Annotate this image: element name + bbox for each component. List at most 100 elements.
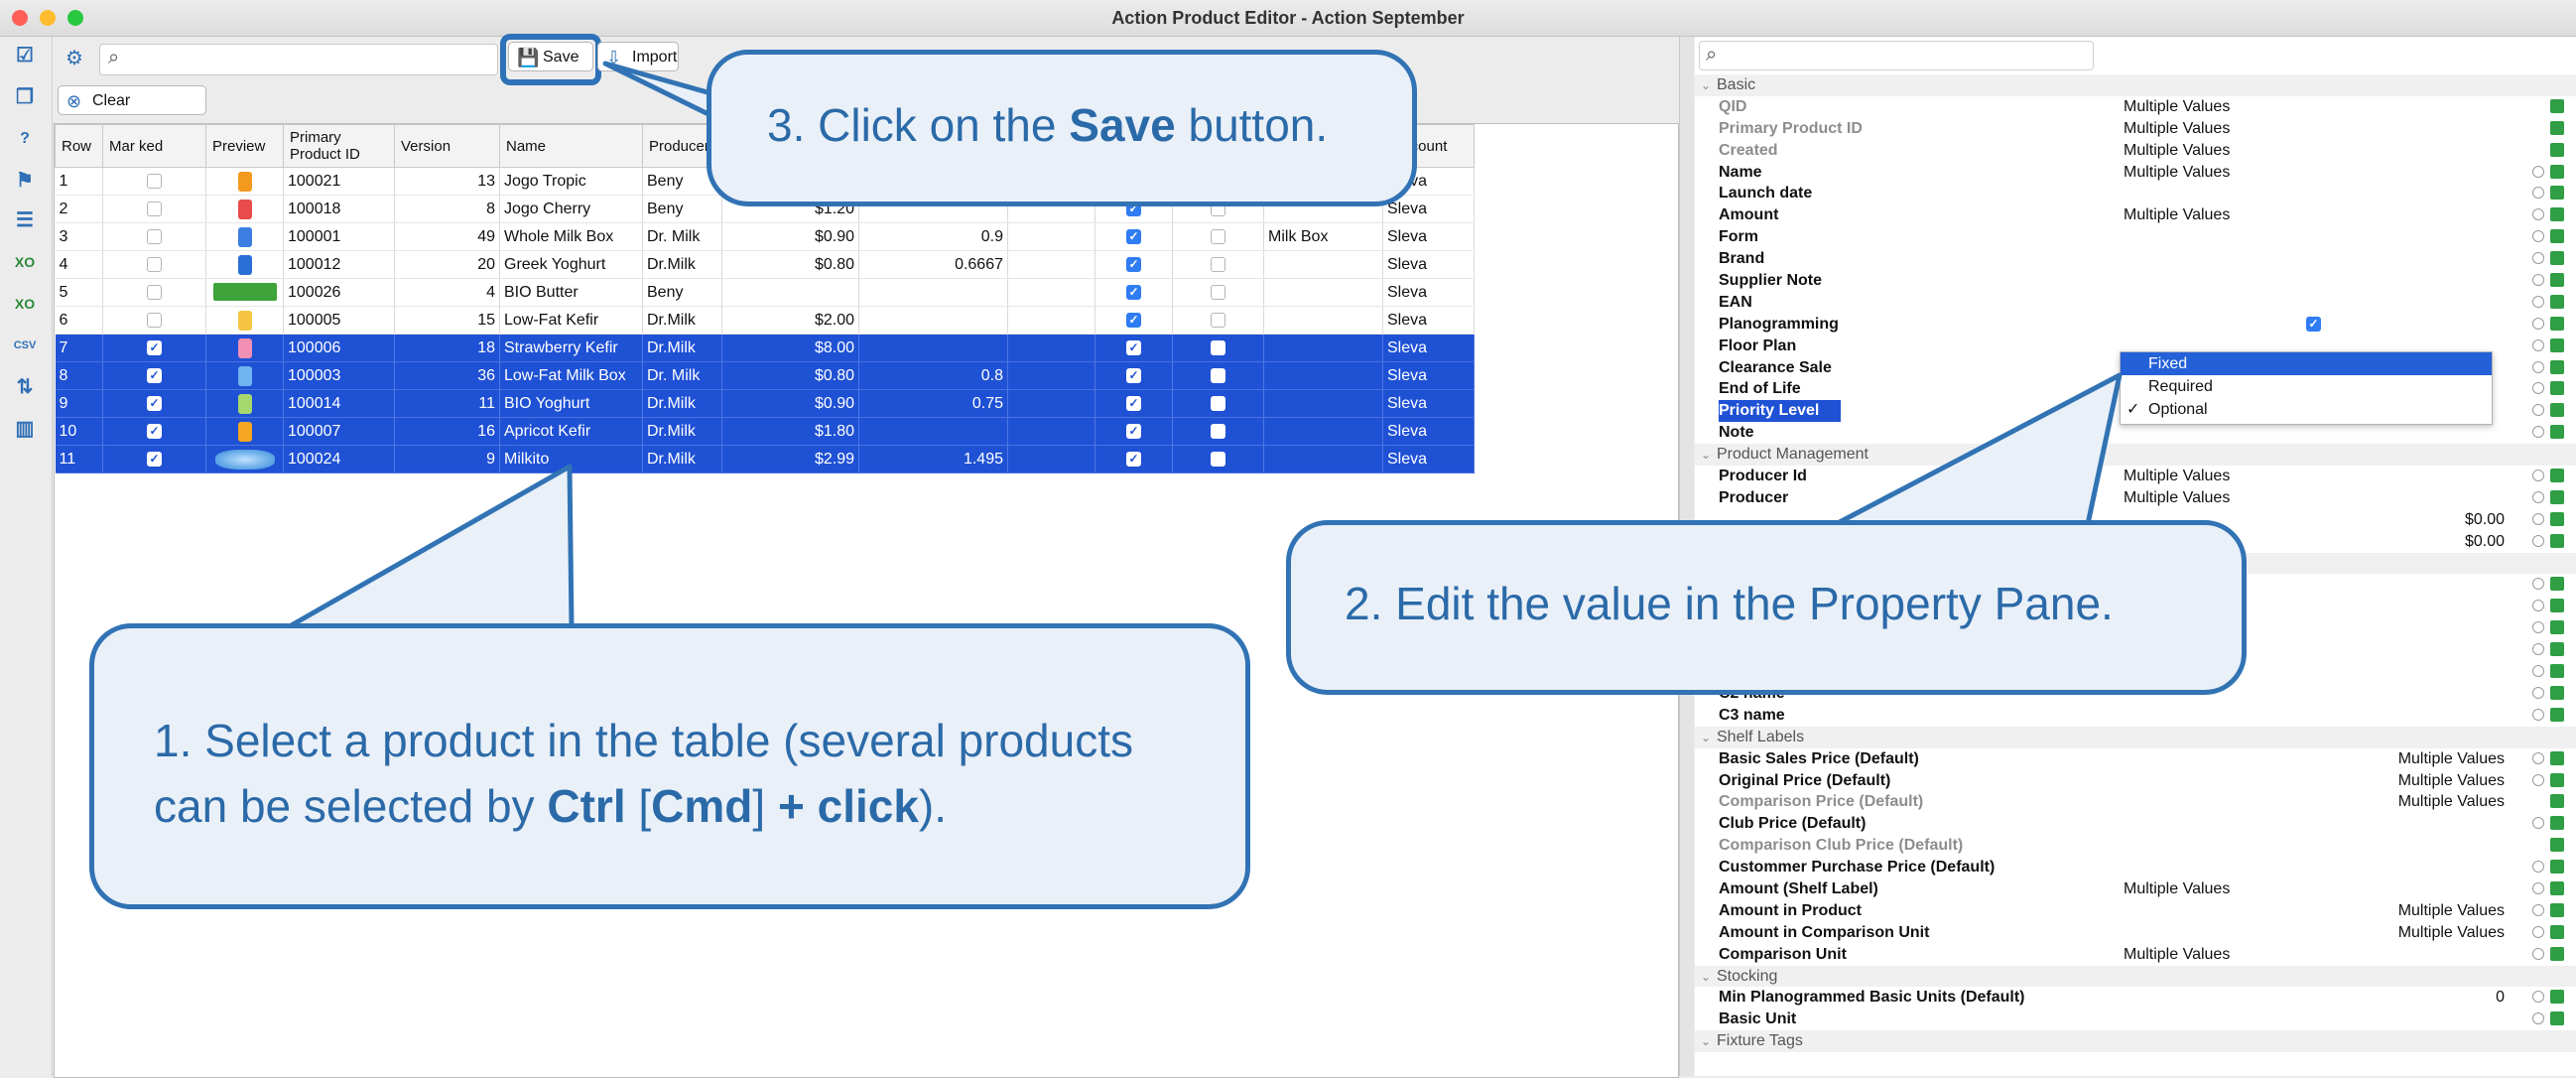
edit-icon[interactable]	[2550, 816, 2564, 831]
property-value[interactable]: Multiple Values	[2124, 96, 2230, 118]
reset-icon[interactable]	[2532, 817, 2544, 830]
property-row[interactable]: Custommer Purchase Price (Default)	[1695, 857, 2576, 878]
property-row[interactable]: Basic Unit	[1695, 1009, 2576, 1030]
edit-icon[interactable]	[2550, 750, 2564, 765]
edit-icon[interactable]	[2550, 403, 2564, 418]
property-value[interactable]: Multiple Values	[2124, 944, 2230, 966]
reset-icon[interactable]	[2532, 230, 2544, 243]
reset-icon[interactable]	[2532, 404, 2544, 417]
table-row[interactable]: 6 100005 15 Low-Fat Kefir Dr.Milk $2.00 ✓ Sleva	[55, 306, 1475, 335]
reset-icon[interactable]	[2532, 578, 2544, 591]
reset-icon[interactable]	[2532, 751, 2544, 764]
property-value[interactable]: Multiple Values	[2124, 162, 2230, 184]
dropdown-option-optional[interactable]: ✓ Optional	[2121, 398, 2492, 421]
reset-icon[interactable]	[2532, 925, 2544, 938]
edit-icon[interactable]	[2550, 838, 2564, 853]
table-settings-icon[interactable]: ⚙	[62, 46, 87, 71]
planogram-cell[interactable]: ✓	[1095, 222, 1173, 251]
property-value[interactable]: Multiple Values	[2124, 204, 2230, 226]
property-row[interactable]: Amount (Shelf Label) Multiple Values	[1695, 878, 2576, 900]
help-icon[interactable]: ?	[12, 126, 38, 152]
edit-icon[interactable]	[2550, 946, 2564, 961]
reset-icon[interactable]	[2532, 360, 2544, 373]
edit-icon[interactable]	[2550, 599, 2564, 613]
floor-plan-cell[interactable]	[1172, 445, 1264, 473]
planogram-checkbox[interactable]: ✓	[1126, 367, 1141, 383]
marked-cell[interactable]: ✓	[102, 334, 206, 362]
edit-icon[interactable]	[2550, 880, 2564, 895]
marked-cell[interactable]	[102, 222, 206, 251]
floor-plan-cell[interactable]	[1172, 389, 1264, 418]
table-row[interactable]: 5 100026 4 BIO Butter Beny ✓ Sleva	[55, 278, 1475, 307]
property-row[interactable]: Basic Sales Price (Default) Multiple Valu…	[1695, 748, 2576, 770]
dropdown-option-fixed[interactable]: Fixed	[2121, 352, 2492, 375]
collapse-chevron-icon[interactable]: ⌄	[1701, 74, 1711, 96]
marked-cell[interactable]: ✓	[102, 417, 206, 446]
property-search-input[interactable]: ⌕	[1699, 41, 2094, 70]
edit-icon[interactable]	[2550, 511, 2564, 526]
floor-plan-checkbox[interactable]	[1211, 284, 1225, 300]
edit-icon[interactable]	[2550, 794, 2564, 809]
edit-icon[interactable]	[2550, 924, 2564, 939]
column-header[interactable]: Mar ked	[102, 124, 206, 168]
edit-icon[interactable]	[2550, 990, 2564, 1005]
planogram-cell[interactable]: ✓	[1095, 389, 1173, 418]
property-row[interactable]: Supplier Note	[1695, 270, 2576, 292]
csv-icon[interactable]: CSV	[12, 333, 38, 358]
property-row[interactable]: Comparison Club Price (Default)	[1695, 835, 2576, 857]
reset-icon[interactable]	[2532, 534, 2544, 547]
marked-checkbox[interactable]: ✓	[147, 451, 162, 467]
floor-plan-checkbox[interactable]	[1211, 228, 1225, 244]
edit-icon[interactable]	[2550, 489, 2564, 504]
property-row[interactable]: Primary Product ID Multiple Values	[1695, 118, 2576, 140]
floor-plan-cell[interactable]	[1172, 361, 1264, 390]
property-row[interactable]: Name Multiple Values	[1695, 162, 2576, 184]
property-category[interactable]: ⌄ Basic	[1695, 74, 2576, 96]
planogram-cell[interactable]: ✓	[1095, 445, 1173, 473]
property-category[interactable]: ⌄ Fixture Tags	[1695, 1030, 2576, 1053]
marked-checkbox[interactable]	[147, 201, 162, 216]
property-category[interactable]: ⌄ Stocking	[1695, 965, 2576, 988]
list-icon[interactable]: ☰	[12, 207, 38, 233]
reset-icon[interactable]	[2532, 861, 2544, 874]
floor-plan-cell[interactable]	[1172, 250, 1264, 279]
planogram-checkbox[interactable]: ✓	[1126, 284, 1141, 300]
planogram-cell[interactable]: ✓	[1095, 361, 1173, 390]
reset-icon[interactable]	[2532, 187, 2544, 200]
import-button[interactable]: ⇩ Import	[597, 42, 679, 71]
marked-checkbox[interactable]: ✓	[147, 339, 162, 355]
reset-icon[interactable]	[2532, 338, 2544, 351]
property-value[interactable]: $0.00	[2465, 531, 2505, 553]
marked-cell[interactable]: ✓	[102, 445, 206, 473]
floor-plan-cell[interactable]	[1172, 417, 1264, 446]
reset-icon[interactable]	[2532, 382, 2544, 395]
edit-icon[interactable]	[2550, 685, 2564, 700]
reset-icon[interactable]	[2532, 426, 2544, 439]
table-row[interactable]: 4 100012 20 Greek Yoghurt Dr.Milk $0.80 0.6667…	[55, 250, 1475, 279]
edit-icon[interactable]	[2550, 142, 2564, 157]
edit-icon[interactable]	[2550, 533, 2564, 548]
reset-icon[interactable]	[2532, 274, 2544, 287]
collapse-chevron-icon[interactable]: ⌄	[1701, 444, 1711, 466]
reset-icon[interactable]	[2532, 686, 2544, 699]
property-row[interactable]: Form	[1695, 226, 2576, 248]
property-value[interactable]: Multiple Values	[2398, 900, 2505, 922]
planogram-cell[interactable]: ✓	[1095, 250, 1173, 279]
edit-icon[interactable]	[2550, 316, 2564, 331]
column-header[interactable]: Preview	[205, 124, 284, 168]
dropdown-option-required[interactable]: Required	[2121, 375, 2492, 398]
edit-icon[interactable]	[2550, 469, 2564, 483]
marked-checkbox[interactable]	[147, 284, 162, 300]
column-header[interactable]: Primary Product ID	[283, 124, 395, 168]
reset-icon[interactable]	[2532, 252, 2544, 265]
property-value[interactable]: Multiple Values	[2398, 791, 2505, 813]
marked-cell[interactable]: ✓	[102, 361, 206, 390]
edit-icon[interactable]	[2550, 120, 2564, 135]
reset-icon[interactable]	[2532, 947, 2544, 960]
sort-icon[interactable]: ⇅	[12, 374, 38, 400]
planogram-checkbox[interactable]: ✓	[1126, 451, 1141, 467]
xo-alt-icon[interactable]: XO	[12, 291, 38, 317]
reset-icon[interactable]	[2532, 991, 2544, 1004]
property-row[interactable]: Brand	[1695, 248, 2576, 270]
reset-icon[interactable]	[2532, 600, 2544, 612]
